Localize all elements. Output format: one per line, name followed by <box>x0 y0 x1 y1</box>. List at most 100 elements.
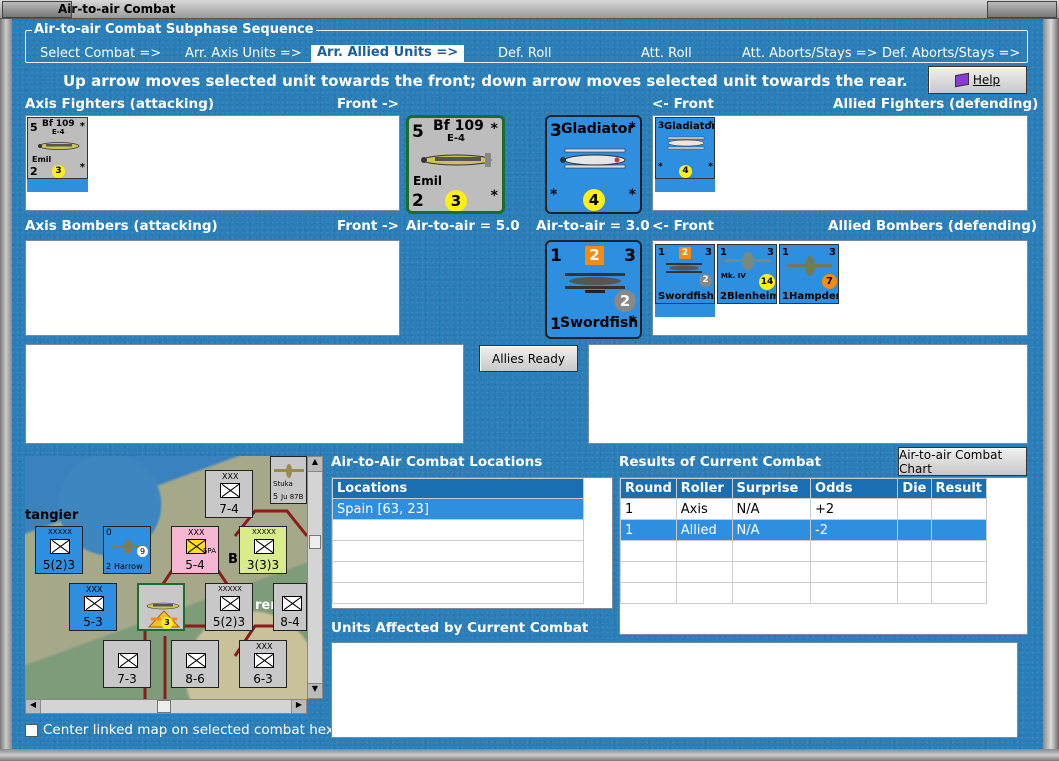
vertical-scroll-thumb[interactable] <box>309 535 321 549</box>
results-header-odds: Odds <box>810 478 899 499</box>
results-row-4[interactable] <box>620 582 987 604</box>
axis-info-panel <box>25 344 464 444</box>
results-header-roller: Roller <box>675 478 733 499</box>
phase-arr-axis-units: Arr. Axis Units => <box>185 46 302 61</box>
results-row-2[interactable] <box>620 540 987 562</box>
allied-fighters-panel: 3 Gladiator * * 4 * <box>652 115 1028 211</box>
map-counter-7-4[interactable]: XXX 7-4 <box>205 470 253 518</box>
location-row-2[interactable] <box>332 540 584 562</box>
map-vertical-scrollbar[interactable]: ▲ ▼ <box>307 456 323 699</box>
allied-fighter-selected-bar <box>655 179 715 192</box>
title-bar: Air-to-air Combat <box>0 0 1059 19</box>
map-counter-6-3[interactable]: XXX 6-3 <box>239 640 287 688</box>
allied-bomber-selected-bar <box>655 304 715 317</box>
horizontal-scroll-thumb[interactable] <box>157 700 171 713</box>
phase-arr-allied-units: Arr. Allied Units => <box>311 45 465 62</box>
map-counter-7-3[interactable]: 7-3 <box>103 640 151 688</box>
map-horizontal-scrollbar[interactable]: ◀ ▶ <box>25 699 307 714</box>
locations-title: Air-to-Air Combat Locations <box>331 454 543 470</box>
bf109-large-plane-icon <box>421 153 492 167</box>
bf109-plane-icon <box>38 142 80 150</box>
results-header-result: Result <box>930 478 987 499</box>
locations-table: Locations Spain [63, 23] <box>332 478 584 604</box>
axis-fighter-selected-bar <box>27 179 88 192</box>
locations-panel: Locations Spain [63, 23] <box>331 477 613 609</box>
allies-ready-button[interactable]: Allies Ready <box>479 345 578 372</box>
allied-bombers-front: <- Front <box>652 218 714 234</box>
window-close-button[interactable] <box>987 1 1057 18</box>
allied-air-to-air-value: Air-to-air = 3.0 <box>536 218 650 234</box>
map-counter-8-6[interactable]: 8-6 <box>171 640 219 688</box>
help-button[interactable]: Help <box>928 66 1027 94</box>
axis-fighters-panel: 5 Bf 109 E-4 * Emil 2 3 * <box>25 115 400 211</box>
allied-bombers-panel: 1 2 3 2 Swordfish 1 3 Mk. IV 14 2 Blenhe… <box>652 240 1028 336</box>
location-row-4[interactable] <box>332 582 584 604</box>
results-panel: Round Roller Surprise Odds Die Result 1A… <box>619 477 1028 635</box>
axis-bombers-label: Axis Bombers (attacking) <box>25 218 218 234</box>
map-city-label: tangier <box>25 508 79 523</box>
window-frame-bottom <box>0 749 1059 761</box>
affected-title: Units Affected by Current Combat <box>331 620 589 636</box>
phase-def-aborts: Def. Aborts/Stays => <box>882 46 1021 61</box>
axis-fighters-label: Axis Fighters (attacking) <box>25 96 214 112</box>
location-row-1[interactable] <box>332 519 584 541</box>
results-header-die: Die <box>897 478 932 499</box>
swordfish-small-plane-icon <box>666 263 702 273</box>
blenheim-plane-icon <box>726 252 770 270</box>
phase-def-roll: Def. Roll <box>498 46 552 61</box>
axis-fighter-counter-small[interactable]: 5 Bf 109 E-4 * Emil 2 3 * <box>27 117 88 179</box>
allied-bombers-label: Allied Bombers (defending) <box>828 218 1038 234</box>
allied-fighter-counter-small[interactable]: 3 Gladiator * * 4 * <box>655 117 715 179</box>
location-row-0[interactable]: Spain [63, 23] <box>332 498 584 520</box>
scroll-left-icon[interactable]: ◀ <box>26 700 41 713</box>
map-air-counter-harrow[interactable]: 0 9 2 Harrow <box>103 526 151 574</box>
results-header-surprise: Surprise <box>731 478 812 499</box>
results-row-0[interactable]: 1 Axis N/A +2 <box>620 498 987 520</box>
allied-bomber-swordfish[interactable]: 1 2 3 2 Swordfish <box>655 244 715 304</box>
scroll-up-icon[interactable]: ▲ <box>308 457 322 472</box>
linked-map[interactable]: tangier B ren XXX 7-4 XXXXX 5(2)3 0 9 2 … <box>25 456 307 699</box>
results-row-3[interactable] <box>620 561 987 583</box>
map-counter-5-2-3-grey[interactable]: XXXXX 5(2)3 <box>205 583 253 631</box>
axis-bombers-front: Front -> <box>337 218 399 234</box>
window-frame-right <box>1043 19 1059 761</box>
phase-att-roll: Att. Roll <box>641 46 692 61</box>
selected-allied-bomber[interactable]: 1 2 3 2 1 Swordfish * <box>545 240 642 339</box>
stuka-plane-icon <box>274 464 304 478</box>
results-header-round: Round <box>620 478 677 499</box>
axis-bombers-panel <box>25 240 400 336</box>
map-counter-5-3[interactable]: XXX 5-3 <box>69 583 117 631</box>
gladiator-small-plane-icon <box>667 136 705 150</box>
map-air-counter-stuka[interactable]: Stuka 5 Ju 87B <box>270 456 307 504</box>
map-combat-counter-bf109[interactable]: 3 <box>137 583 185 631</box>
map-counter-5-2-3-blue[interactable]: XXXXX 5(2)3 <box>35 526 83 574</box>
air-to-air-chart-button[interactable]: Air-to-air Combat Chart <box>898 447 1027 476</box>
subphase-sequence: Air-to-air Combat Subphase Sequence Sele… <box>25 22 1028 63</box>
allied-bomber-hampden[interactable]: 1 3 7 1 Hampden <box>779 244 839 304</box>
results-row-1[interactable]: 1 Allied N/A -2 <box>620 519 987 541</box>
selected-allied-fighter[interactable]: 3 Gladiator * * 4 * <box>545 115 642 214</box>
location-row-3[interactable] <box>332 561 584 583</box>
map-counter-3-3-3[interactable]: XXXXX 3(3)3 <box>239 526 287 574</box>
allied-fighters-label: Allied Fighters (defending) <box>833 96 1039 112</box>
map-counter-8-4[interactable]: 8-4 <box>273 583 307 631</box>
center-map-checkbox[interactable] <box>25 724 38 737</box>
subphase-legend: Air-to-air Combat Subphase Sequence <box>32 22 316 37</box>
map-counter-5-4[interactable]: XXX SPA 5-4 <box>171 526 219 574</box>
map-b-label: B <box>228 552 238 567</box>
affected-panel <box>331 642 1018 738</box>
axis-air-to-air-value: Air-to-air = 5.0 <box>406 218 520 234</box>
selected-axis-unit[interactable]: 5 Bf 109 E-4 * Emil 2 3 * <box>406 115 505 214</box>
gladiator-plane-icon <box>560 148 626 169</box>
scroll-right-icon[interactable]: ▶ <box>291 700 306 713</box>
results-title: Results of Current Combat <box>619 454 822 470</box>
allied-bomber-blenheim[interactable]: 1 3 Mk. IV 14 2 Blenheim <box>717 244 777 304</box>
results-table: Round Roller Surprise Odds Die Result 1A… <box>620 478 987 604</box>
center-map-label: Center linked map on selected combat hex <box>43 722 334 738</box>
phase-att-aborts: Att. Aborts/Stays => <box>742 46 878 61</box>
window-frame-left <box>0 19 12 761</box>
axis-fighters-front: Front -> <box>337 96 399 112</box>
scroll-down-icon[interactable]: ▼ <box>308 683 322 698</box>
book-icon <box>954 72 969 88</box>
window-title: Air-to-air Combat <box>58 2 176 16</box>
